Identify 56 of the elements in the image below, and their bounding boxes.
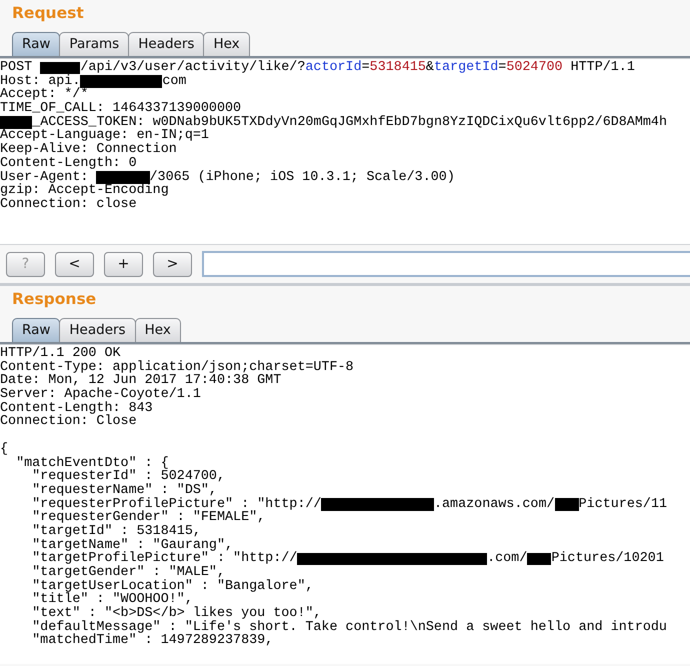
tab[interactable]: Params — [59, 32, 130, 56]
code-text: TIME_OF_CALL: 1464337139000000 — [0, 102, 242, 116]
code-text: "targetGender" : "MALE", — [31, 566, 225, 580]
code-text: { — [0, 442, 8, 457]
redaction-block — [527, 552, 552, 566]
code-text: Content-Length: 0 — [0, 156, 137, 171]
code-text: Content-Type: application/json;charset=UTF-8 — [0, 360, 354, 374]
code-text: "targetName" : "Gaurang", — [31, 538, 234, 552]
tab[interactable]: Headers — [128, 32, 204, 56]
code-text: _ACCESS_TOKEN: w0DNab9bUK5TXDdyVn20mGqJGMxhfEbD7bgn8YzIQDCixQu6vlt6pp2/6D8AMm4h — [32, 116, 667, 130]
redaction-block — [554, 498, 579, 511]
code-text: User-Agent: — [0, 170, 88, 184]
tab[interactable]: Hex — [134, 318, 181, 342]
code-text: Keep-Alive: Connection — [0, 143, 177, 157]
code-text: Connection: close — [0, 198, 137, 212]
code-text: Host: api. — [0, 74, 80, 88]
redaction-block — [96, 171, 150, 184]
code-text: Server: Apache-Coyote/1.1 — [0, 388, 201, 402]
code-text: "targetUserLocation" : "Bangalore", — [31, 580, 314, 594]
code-text: "requesterGender" : "FEMALE", — [31, 511, 266, 525]
code-text: Content-Length: 843 — [0, 402, 153, 416]
code-text: Pictures/10201 — [551, 552, 664, 566]
code-text: "text" : "<b>DS</b> likes you too!", — [31, 607, 322, 621]
code-text: .amazonaws.com/ — [434, 498, 555, 512]
code-text: Pictures/11 — [578, 498, 668, 512]
tab[interactable]: Raw — [12, 318, 60, 342]
code-text: "matchEventDto" : { — [15, 456, 169, 470]
code-text: /3065 (iPhone; iOS 10.3.1; Scale/3.00) — [150, 170, 455, 184]
tab[interactable]: Headers — [59, 318, 136, 342]
code-text: Accept: */* — [0, 88, 88, 102]
tab[interactable]: Raw — [12, 32, 60, 56]
code-text: HTTP/1.1 200 OK — [0, 347, 121, 361]
code-text: .com/ — [487, 552, 528, 566]
code-text: "matchedTime" : 1497289237839, — [31, 634, 274, 648]
code-text: Date: Mon, 12 Jun 2017 17:40:38 GMT — [0, 374, 282, 388]
code-text: "targetProfilePicture" : "http:// — [31, 552, 298, 566]
next-button[interactable]: > — [153, 252, 192, 276]
code-text: com — [162, 74, 186, 88]
code-text: "targetId" : 5318415, — [31, 524, 201, 539]
code-text: Accept-Language: en-IN;q=1 — [0, 129, 209, 144]
section-title: Response — [12, 290, 96, 308]
previous-button[interactable]: < — [55, 252, 94, 276]
redaction-block — [0, 116, 32, 129]
code-text: Connection: Close — [0, 415, 137, 430]
code-text: "requesterName" : "DS", — [31, 484, 217, 498]
section-title: Request — [12, 4, 84, 22]
code-text: "requesterProfilePicture" : "http:// — [31, 498, 322, 512]
add-button[interactable]: + — [104, 252, 143, 276]
code-text: "requesterId" : 5024700, — [31, 470, 225, 484]
code-text: "defaultMessage" : "Life's short. Take control!\nSend a sweet hello and introdu — [31, 620, 667, 634]
code-text: POST — [0, 61, 34, 75]
code-text: gzip: Accept-Encoding — [0, 184, 169, 198]
tab[interactable]: Hex — [203, 32, 250, 56]
search-field[interactable] — [202, 251, 690, 277]
code-text: /api/v3/user/activity/like/?actorId=5318415&targetId=5024700 HTTP/1.1 — [80, 61, 635, 75]
code-text: "title" : "WOOHOO!", — [31, 593, 193, 608]
